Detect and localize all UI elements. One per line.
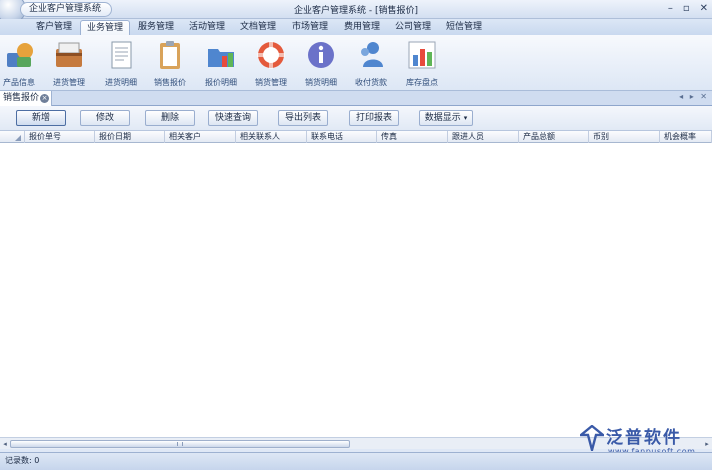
window-title: 企业客户管理系统 - [销售报价] [294,6,418,16]
column-header[interactable]: 联系电话 [307,131,377,143]
ribbon-sales-manage[interactable]: 销货管理 [246,37,296,89]
tab-business[interactable]: 业务管理 [80,20,131,35]
column-header[interactable]: 产品总额 [519,131,589,143]
watermark-text: 泛普软件 [606,428,682,448]
purchase-detail-icon [111,41,132,69]
tab-activity[interactable]: 活动管理 [183,20,231,35]
toolbar: 新增 修改 删除 快速查询 导出列表 打印报表 数据显示 ▾ [0,106,712,130]
column-header[interactable]: 跟进人员 [448,131,519,143]
column-header[interactable]: 报价单号 [25,131,95,143]
tab-expense[interactable]: 费用管理 [338,20,386,35]
quote-detail-icon [208,49,234,67]
status-bar: 记录数: 0 [0,452,712,470]
data-display-label: 数据显示 [424,113,461,123]
column-header[interactable]: 相关客户 [165,131,236,143]
restore-button[interactable]: ▫ [683,3,690,14]
tab-customer[interactable]: 客户管理 [30,20,78,35]
export-list-button[interactable]: 导出列表 [278,110,328,126]
ribbon-quote-detail[interactable]: 报价明细 [196,37,246,89]
ribbon-payment[interactable]: 收付货款 [346,37,396,89]
tab-market[interactable]: 市场管理 [286,20,334,35]
minimize-button[interactable]: – [668,3,673,14]
delete-button[interactable]: 删除 [145,110,195,126]
tab-sales-quote[interactable]: 销售报价 × [0,91,52,106]
tab-strip-nav[interactable]: ◂ ▸ ✕ [679,92,709,101]
menu-bar: 客户管理 业务管理 服务管理 活动管理 文档管理 市场管理 费用管理 公司管理 … [0,19,712,35]
column-header[interactable]: 传真 [377,131,448,143]
ribbon-purchase-manage[interactable]: 进货管理 [44,37,94,89]
doc-tab-label: 销售报价 [3,93,40,103]
ribbon-purchase-detail[interactable]: 进货明细 [96,37,146,89]
grid-corner[interactable] [0,131,25,143]
ribbon-sales-quote[interactable]: 销售报价 [145,37,195,89]
title-bar: 企业客户管理系统 企业客户管理系统 - [销售报价] – ▫ ✕ [0,0,712,24]
edit-button[interactable]: 修改 [80,110,130,126]
grid-header: 报价单号 报价日期 相关客户 相关联系人 联系电话 传真 跟进人员 产品总额 币… [0,131,712,143]
close-tab-icon[interactable]: × [40,94,49,103]
document-tab-strip: 销售报价 × ◂ ▸ ✕ [0,91,712,106]
sales-quote-icon [160,41,180,69]
sales-manage-icon [257,41,285,69]
scroll-thumb[interactable] [10,440,350,448]
data-display-button[interactable]: 数据显示 ▾ [419,110,473,126]
ribbon-product-info[interactable]: 产品信息 [0,37,44,89]
tab-document[interactable]: 文档管理 [234,20,282,35]
ribbon: 产品信息 进货管理 进货明细 销售报价 报价明细 销货管理 销货明细 收付货款 … [0,35,712,91]
tab-sms[interactable]: 短信管理 [440,20,488,35]
sales-detail-icon [308,42,334,68]
print-report-button[interactable]: 打印报表 [349,110,399,126]
product-info-icon [7,43,33,67]
column-header[interactable]: 币别 [589,131,660,143]
brand-logo-icon [580,425,604,451]
tab-service[interactable]: 服务管理 [132,20,180,35]
data-grid[interactable]: 报价单号 报价日期 相关客户 相关联系人 联系电话 传真 跟进人员 产品总额 币… [0,130,712,437]
quick-search-button[interactable]: 快速查询 [208,110,258,126]
inventory-icon [408,41,436,69]
record-count: 记录数: 0 [5,456,40,465]
add-button[interactable]: 新增 [16,110,66,126]
close-button[interactable]: ✕ [700,3,708,14]
column-header[interactable]: 相关联系人 [236,131,307,143]
chevron-down-icon: ▾ [463,114,468,122]
ribbon-inventory[interactable]: 库存盘点 [397,37,447,89]
purchase-manage-icon [56,42,82,67]
scroll-left-icon[interactable]: ◂ [0,439,10,449]
column-header[interactable]: 报价日期 [95,131,165,143]
column-header[interactable]: 机会概率 [660,131,712,143]
tab-company[interactable]: 公司管理 [389,20,437,35]
ribbon-sales-detail[interactable]: 销货明细 [296,37,346,89]
payment-icon [361,42,383,67]
